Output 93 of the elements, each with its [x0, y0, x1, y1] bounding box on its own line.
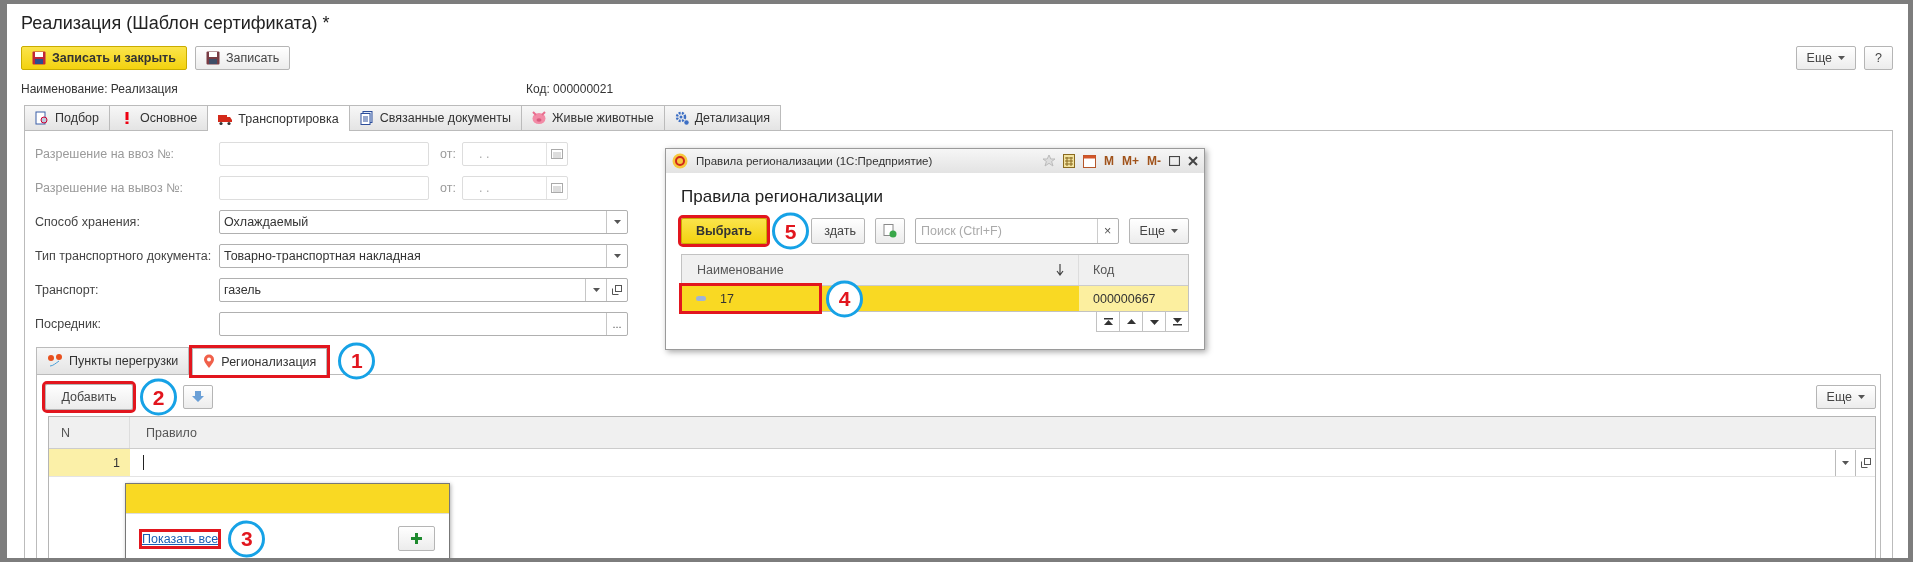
calculator-icon[interactable] [1063, 154, 1075, 168]
window-title: Реализация (Шаблон сертификата) * [21, 13, 331, 33]
pig-icon [532, 111, 546, 125]
name-info: Наименование: Реализация [21, 82, 179, 97]
choose-button[interactable]: ... [606, 313, 627, 335]
maximize-icon[interactable] [1169, 156, 1180, 166]
help-button[interactable]: ? [1864, 46, 1893, 70]
document-add-icon [883, 224, 897, 238]
permit-number-field[interactable] [219, 142, 429, 166]
up-arrow-icon [1126, 317, 1136, 326]
first-page-button[interactable] [1096, 312, 1120, 332]
up-arrow-icon [1103, 317, 1113, 326]
minus-icon [696, 296, 706, 301]
date-label: от: [439, 147, 457, 161]
star-icon[interactable] [1043, 155, 1055, 167]
field-label: Посредник: [35, 317, 102, 331]
add-button[interactable] [398, 526, 435, 551]
save-icon [205, 51, 220, 65]
route-pins-icon [47, 354, 63, 368]
dropdown-arrow-icon [592, 288, 600, 292]
clear-button[interactable]: × [1096, 219, 1118, 243]
memory-button[interactable]: M [1104, 154, 1114, 168]
dialog-heading: Правила регионализации [681, 187, 885, 207]
tab[interactable]: Подбор [24, 105, 111, 130]
gear-icon [674, 111, 689, 125]
choice-field[interactable]: ... [219, 312, 628, 336]
select-field[interactable]: Охлаждаемый [219, 210, 628, 234]
close-icon[interactable] [1188, 156, 1198, 166]
field-label: Способ хранения: [35, 215, 141, 229]
move-down-button[interactable] [183, 385, 213, 409]
dropdown-arrow-icon [613, 220, 621, 224]
dropdown-arrow-icon [1171, 229, 1178, 233]
more-button[interactable]: Еще [1128, 218, 1189, 244]
field-label: Транспорт: [35, 283, 100, 297]
copy-button[interactable] [875, 218, 905, 244]
show-all-link[interactable]: Показать все [142, 531, 219, 546]
field-label: Тип транспортного документа: [35, 249, 213, 263]
search-field[interactable]: Поиск (Ctrl+F) × [915, 218, 1119, 244]
sort-arrow-icon [1056, 264, 1064, 276]
dropdown-arrow-icon [1858, 395, 1865, 399]
callout-number: 3 [228, 520, 266, 557]
callout-number: 5 [772, 212, 809, 250]
open-window-icon [1860, 457, 1871, 468]
save-and-close-button[interactable]: Записать и закрыть [21, 46, 187, 70]
dialog-title: Правила регионализации (1С:Предприятие) [696, 155, 934, 167]
dropdown-arrow-icon [1842, 460, 1849, 465]
tab[interactable]: Регионализация [192, 347, 328, 375]
column-title: Наименование [697, 263, 784, 277]
memory-button[interactable]: M+ [1122, 154, 1139, 168]
date-label: от: [439, 181, 457, 195]
tab[interactable]: Пункты перегрузки [36, 347, 190, 374]
callout-number: 1 [338, 342, 376, 379]
dropdown-arrow-icon [1838, 56, 1846, 60]
save-icon [32, 51, 46, 65]
plus-icon [411, 533, 422, 544]
down-arrow-icon [1149, 317, 1159, 326]
tab[interactable]: Связанные документы [348, 105, 522, 130]
down-arrow-icon [1172, 317, 1182, 326]
create-button[interactable]: здать [811, 218, 865, 244]
documents-icon [359, 111, 374, 125]
tab[interactable]: Основное [109, 105, 209, 130]
arrow-down-icon [192, 391, 204, 403]
more-button[interactable]: Еще [1815, 385, 1876, 409]
select-field[interactable]: Товарно-транспортная накладная [219, 244, 628, 268]
reference-field[interactable]: газель [219, 278, 628, 302]
column-header[interactable]: N [49, 417, 130, 448]
permit-number-field[interactable] [219, 176, 429, 200]
add-button[interactable]: Добавить [45, 384, 133, 410]
column-header[interactable]: Правило [130, 417, 1875, 448]
tab[interactable]: Живые животные [521, 105, 665, 130]
document-search-icon [35, 111, 49, 125]
dropdown-arrow-icon [613, 254, 621, 258]
map-pin-icon [203, 354, 216, 369]
open-window-icon [612, 285, 622, 295]
last-page-button[interactable] [1165, 312, 1189, 332]
table-cell: 000000667 [1079, 286, 1188, 311]
calendar-icon[interactable] [1083, 154, 1096, 168]
field-label: Разрешение на вывоз №: [35, 181, 184, 195]
field-label: Разрешение на ввоз №: [35, 147, 176, 161]
more-button[interactable]: Еще [1795, 46, 1857, 70]
memory-button[interactable]: M- [1147, 154, 1161, 168]
save-button[interactable]: Записать [194, 46, 291, 70]
calendar-icon [551, 149, 563, 159]
callout-number: 2 [140, 378, 177, 416]
row-name: 17 [720, 291, 734, 306]
code-info: Код: 000000021 [526, 82, 614, 97]
tab[interactable]: Транспортировка [207, 105, 350, 131]
select-button[interactable]: Выбрать [681, 218, 767, 244]
tab[interactable]: Детализация [663, 105, 782, 130]
column-header[interactable]: Код [1079, 255, 1188, 285]
calendar-icon [551, 183, 563, 193]
table-cell: 1 [49, 449, 130, 476]
app-logo-icon [672, 153, 688, 169]
